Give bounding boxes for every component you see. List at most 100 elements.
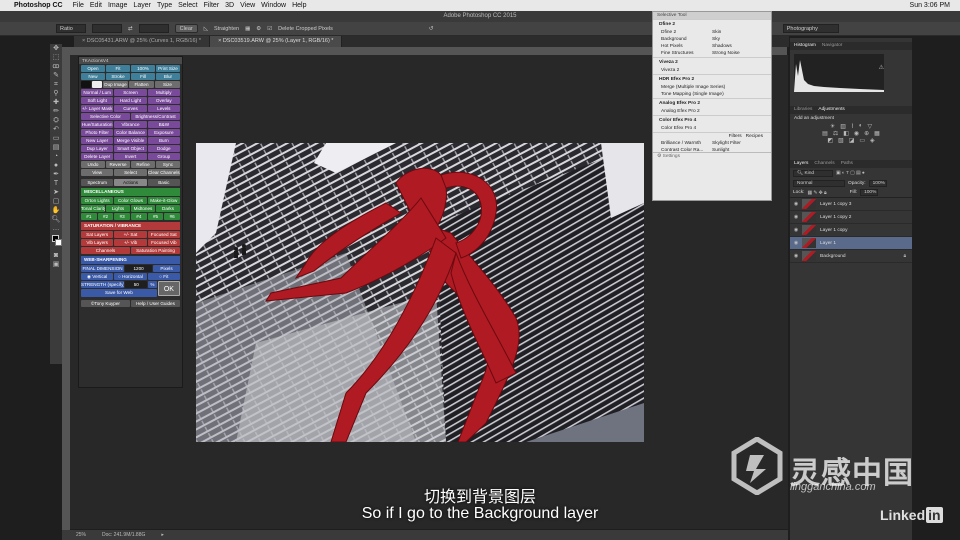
- kind-filter-select[interactable]: 🔍︎ Kind: [793, 170, 833, 177]
- tk-levels-button[interactable]: Levels: [147, 105, 180, 112]
- tk-color-balance-button[interactable]: Color Balance: [114, 129, 147, 136]
- tk-help-button[interactable]: Help / User Guides: [131, 300, 180, 307]
- crop-tool-icon[interactable]: ⌗: [52, 80, 61, 89]
- tk-ok-button[interactable]: OK: [157, 281, 180, 296]
- tk-normal-lum-button[interactable]: Normal / Lum: [81, 89, 114, 96]
- eye-icon[interactable]: ◉: [790, 201, 802, 207]
- bw-icon[interactable]: ◧: [843, 130, 849, 137]
- tk-num-5-button[interactable]: #5: [147, 213, 164, 220]
- tk-sat-plusminus-button[interactable]: +/- Sat: [114, 231, 147, 238]
- layer-name[interactable]: Layer 1 copy: [820, 228, 847, 233]
- tk-brightness-contrast-button[interactable]: Brightness/Contrast: [131, 113, 180, 120]
- tk-undo-button[interactable]: Undo: [81, 161, 105, 168]
- straighten-label[interactable]: Straighten: [214, 26, 239, 32]
- path-select-tool-icon[interactable]: ➤: [52, 188, 61, 197]
- tk-save-for-web-button[interactable]: Save for Web: [81, 289, 157, 297]
- eye-icon[interactable]: ◉: [790, 253, 802, 259]
- tk-flatten-button[interactable]: Flatten: [129, 81, 154, 88]
- menu-help[interactable]: Help: [292, 2, 306, 9]
- hue-sat-icon[interactable]: ▤: [822, 130, 828, 137]
- tk-darks-button[interactable]: Darks: [156, 205, 180, 212]
- invert-icon[interactable]: ◩: [827, 137, 833, 144]
- menu-file[interactable]: File: [73, 2, 84, 9]
- curves-icon[interactable]: ⌇: [851, 123, 854, 130]
- ratio-height-field[interactable]: [138, 24, 169, 33]
- doc-tab-1[interactable]: × DSC05431.ARW @ 25% (Curves 1, RGB/16) …: [74, 36, 211, 47]
- viveza-item[interactable]: Viveza 2: [653, 67, 771, 74]
- eyedropper-tool-icon[interactable]: ⚲: [52, 89, 61, 98]
- eye-icon[interactable]: ◉: [790, 214, 802, 220]
- tk-vibrance-button[interactable]: Vibrance: [114, 121, 147, 128]
- status-arrow-icon[interactable]: ▸: [161, 532, 164, 538]
- brightness-icon[interactable]: ☀: [830, 123, 835, 130]
- tk-vib-plusminus-button[interactable]: +/- Vib: [114, 239, 147, 246]
- blur-tool-icon[interactable]: ◔: [52, 152, 61, 161]
- hdr-merge-item[interactable]: Merge (Multiple Image Series): [653, 84, 771, 91]
- ratio-select[interactable]: Ratio: [56, 24, 86, 33]
- reset-icon[interactable]: ↺: [429, 26, 434, 32]
- pen-tool-icon[interactable]: ✒: [52, 170, 61, 179]
- hdr-tone-mapping-item[interactable]: Tone Mapping (Single Image): [653, 91, 771, 98]
- tk-sync-button[interactable]: Sync: [156, 161, 180, 168]
- color-balance-icon[interactable]: ⚖: [833, 130, 838, 137]
- lasso-tool-icon[interactable]: ꝏ: [52, 62, 61, 71]
- menu-type[interactable]: Type: [157, 2, 172, 9]
- tk-num-1-button[interactable]: #1: [81, 213, 97, 220]
- tk-horizontal-radio[interactable]: ○ Horizontal: [114, 273, 147, 280]
- tk-credit-button[interactable]: ©Tony Kuyper: [81, 300, 130, 307]
- tk-delete-layer-button[interactable]: Delete Layer: [81, 153, 114, 160]
- tk-new-button[interactable]: New: [81, 73, 105, 80]
- tk-midtones-button[interactable]: Midtones: [131, 205, 155, 212]
- menu-layer[interactable]: Layer: [133, 2, 151, 9]
- tk-strength-field[interactable]: 50: [125, 281, 148, 288]
- tk-select-button[interactable]: Select: [114, 169, 147, 176]
- tk-num-6-button[interactable]: #6: [164, 213, 181, 220]
- recipe-skylight-item[interactable]: Skylight Filter: [712, 141, 763, 146]
- tk-tab-actions[interactable]: Actions: [114, 179, 147, 186]
- history-brush-tool-icon[interactable]: ↶: [52, 125, 61, 134]
- tk-black-swatch[interactable]: [81, 81, 91, 88]
- gradient-map-icon[interactable]: ▭: [859, 137, 865, 144]
- tk-new-layer-button[interactable]: New Layer: [81, 137, 114, 144]
- more-tools-icon[interactable]: …: [52, 224, 61, 233]
- tab-paths[interactable]: Paths: [841, 160, 853, 168]
- tk-screen-button[interactable]: Screen: [114, 89, 147, 96]
- exposure-icon[interactable]: ◐: [859, 123, 863, 130]
- group-color-efex[interactable]: Color Efex Pro 4: [653, 115, 771, 125]
- dfine-sky-item[interactable]: Sky: [712, 37, 763, 42]
- menu-view[interactable]: View: [240, 2, 255, 9]
- tab-layers[interactable]: Layers: [794, 160, 808, 168]
- grid-overlay-icon[interactable]: ▦: [245, 26, 250, 32]
- layer-row[interactable]: ◉ Layer 1 copy: [790, 224, 912, 237]
- tk-orton-lights-button[interactable]: Orton Lights: [81, 197, 114, 204]
- layer-name[interactable]: Layer 1 copy 2: [820, 215, 851, 220]
- vibrance-icon[interactable]: ▽: [868, 123, 873, 130]
- screen-mode-icon[interactable]: ▣: [52, 260, 61, 269]
- tk-hard-light-button[interactable]: Hard Light: [114, 97, 147, 104]
- tk-group-button[interactable]: Group: [147, 153, 180, 160]
- tk-num-4-button[interactable]: #4: [131, 213, 147, 220]
- tk-clear-channels-button[interactable]: Clear Channels: [147, 169, 180, 176]
- tk-print-size-button[interactable]: Print Size: [156, 65, 180, 72]
- clone-stamp-tool-icon[interactable]: ⛭: [52, 116, 61, 125]
- swap-icon[interactable]: ⇄: [128, 26, 133, 32]
- color-lookup-icon[interactable]: ▦: [874, 130, 880, 137]
- tk-100-button[interactable]: 100%: [131, 65, 155, 72]
- recipes-tab[interactable]: Recipes: [746, 134, 763, 139]
- zoom-level[interactable]: 25%: [76, 532, 86, 538]
- tk-final-dimension-field[interactable]: 1200: [125, 265, 153, 272]
- tk-size-button[interactable]: Size: [155, 81, 180, 88]
- tk-channels-button[interactable]: Channels: [81, 247, 130, 254]
- tk-tab-spectrum[interactable]: Spectrum: [81, 179, 114, 186]
- tab-libraries[interactable]: Libraries: [794, 106, 812, 114]
- dfine-fine-structures-item[interactable]: Fine Structures: [661, 51, 712, 56]
- posterize-icon[interactable]: ▧: [838, 137, 844, 144]
- recipe-brilliance-item[interactable]: Brilliance / Warmth: [661, 141, 712, 146]
- brush-tool-icon[interactable]: ✏: [52, 107, 61, 116]
- recipe-contrast-item[interactable]: Contrast Color Ra...: [661, 148, 712, 152]
- eye-icon[interactable]: ◉: [790, 227, 802, 233]
- healing-tool-icon[interactable]: ✚: [52, 98, 61, 107]
- tk-blur-button[interactable]: Blur: [156, 73, 180, 80]
- layer-name[interactable]: Background: [820, 254, 846, 259]
- lock-icons[interactable]: ▦ ✎ ✥ 🔒︎: [807, 190, 826, 196]
